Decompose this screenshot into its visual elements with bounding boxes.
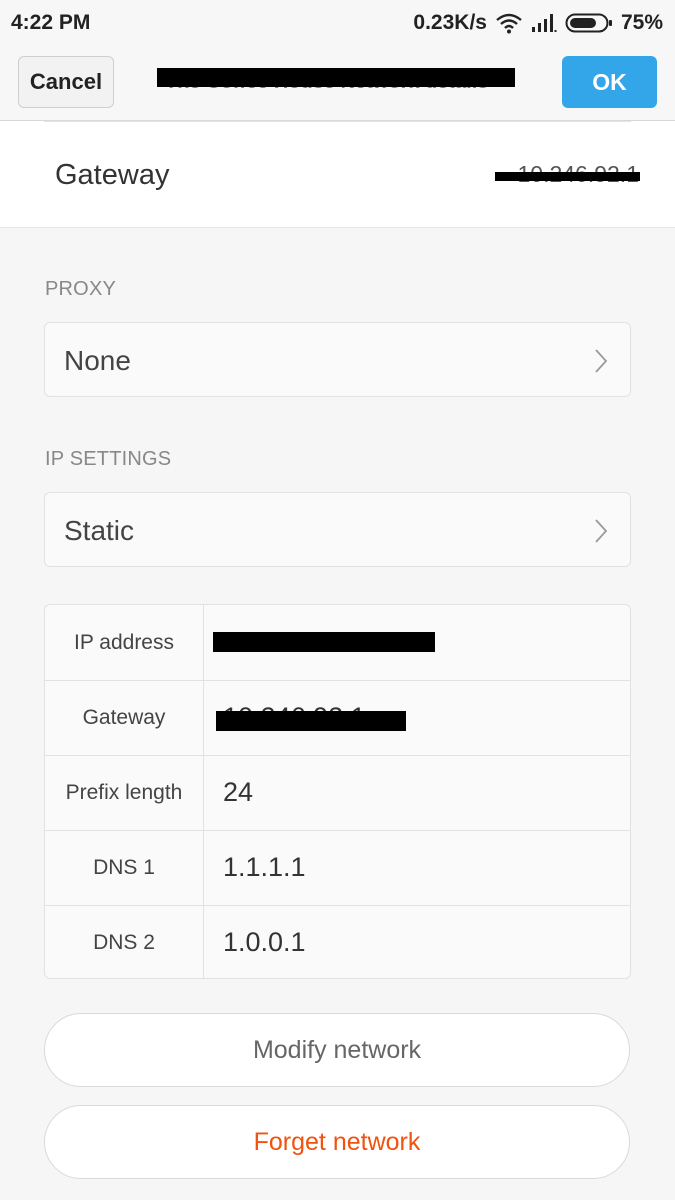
chevron-right-icon [594, 348, 608, 379]
battery-icon [565, 12, 613, 34]
ip-address-row[interactable]: IP address 10.246.94.193 [45, 605, 630, 681]
network-speed: 0.23K/s [413, 11, 487, 34]
signal-icon [531, 13, 557, 33]
header-bar: Cancel The Coffee House Network details … [0, 46, 675, 121]
gateway-input-label: Gateway [45, 680, 204, 755]
forget-network-button[interactable]: Forget network [44, 1105, 630, 1179]
chevron-right-icon [594, 518, 608, 549]
dns2-row[interactable]: DNS 2 1.0.0.1 [45, 905, 630, 978]
wifi-icon [495, 12, 523, 34]
proxy-section-label: PROXY [45, 278, 117, 300]
cancel-button[interactable]: Cancel [18, 56, 114, 108]
dns1-label: DNS 1 [45, 830, 204, 905]
ip-settings-section-label: IP SETTINGS [45, 448, 172, 470]
redaction-bar [216, 711, 406, 731]
dns1-row[interactable]: DNS 1 1.1.1.1 [45, 830, 630, 906]
ok-button[interactable]: OK [562, 56, 657, 108]
ip-settings-select[interactable]: Static [44, 492, 631, 567]
dns1-input[interactable]: 1.1.1.1 [223, 830, 306, 905]
gateway-input-row[interactable]: Gateway 10.246.92.1 [45, 680, 630, 756]
status-bar: 4:22 PM 0.23K/s 75% [0, 0, 675, 46]
prefix-length-row[interactable]: Prefix length 24 [45, 755, 630, 831]
dns2-input[interactable]: 1.0.0.1 [223, 905, 306, 978]
ip-address-label: IP address [45, 605, 204, 680]
redaction-bar [157, 68, 515, 87]
prefix-length-input[interactable]: 24 [223, 755, 253, 830]
modify-network-button[interactable]: Modify network [44, 1013, 630, 1087]
dns2-label: DNS 2 [45, 905, 204, 978]
divider [44, 121, 631, 122]
status-icons: 0.23K/s 75% [413, 11, 663, 35]
status-time: 4:22 PM [11, 11, 91, 34]
ip-settings-value: Static [64, 515, 135, 546]
redaction-bar [213, 632, 435, 652]
proxy-select[interactable]: None [44, 322, 631, 397]
redaction-bar [495, 172, 640, 181]
battery-percent: 75% [620, 11, 663, 34]
gateway-label: Gateway [55, 159, 170, 191]
prefix-length-label: Prefix length [45, 755, 204, 830]
proxy-value: None [64, 345, 131, 376]
static-ip-table: IP address 10.246.94.193 Gateway 10.246.… [44, 604, 631, 979]
